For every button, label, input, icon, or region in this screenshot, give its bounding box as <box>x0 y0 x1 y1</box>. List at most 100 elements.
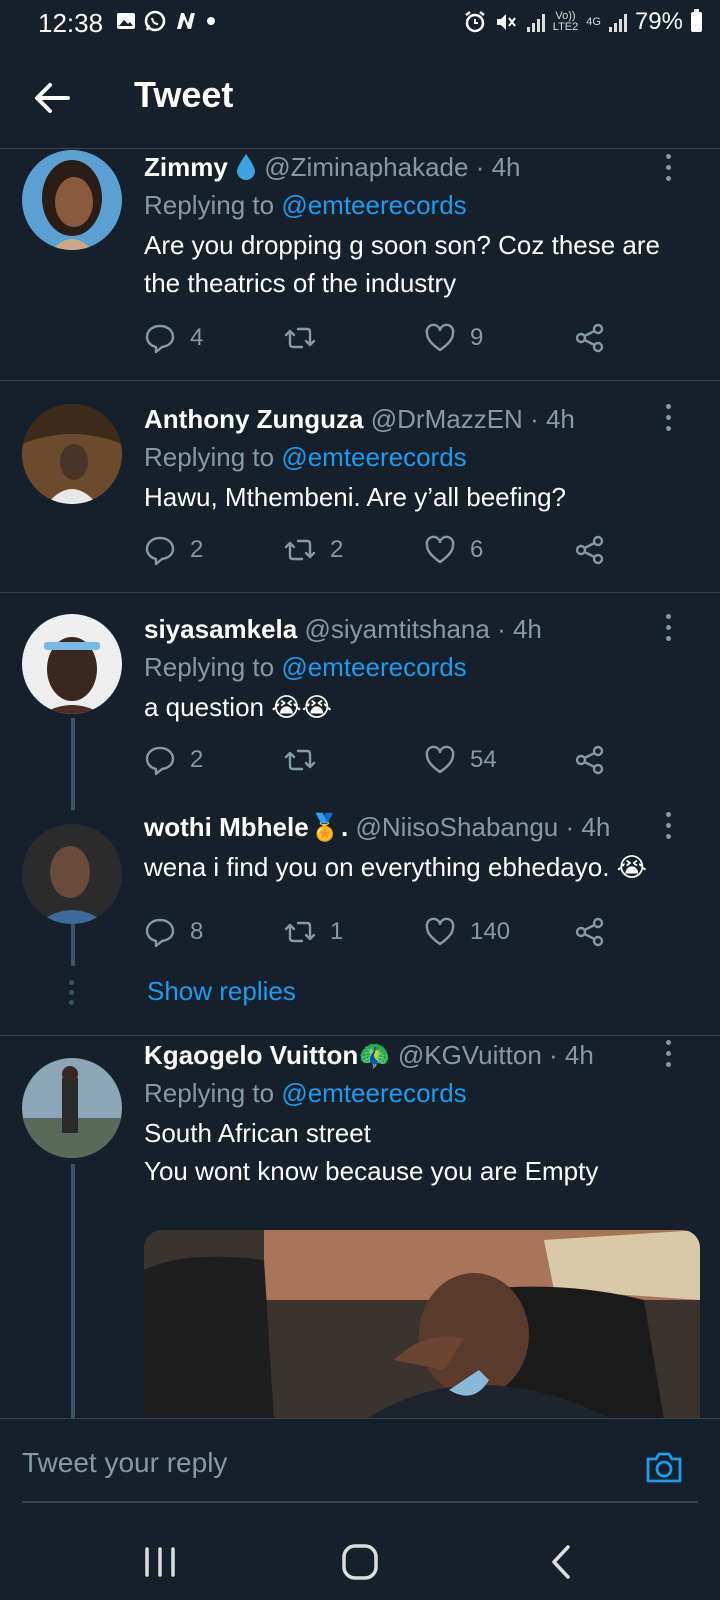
tweet-text-line-1: South African street <box>144 1118 371 1148</box>
tweet-header: Zimmy @Ziminaphakade · 4h <box>144 150 692 184</box>
retweet-button[interactable] <box>284 322 330 354</box>
display-name[interactable]: Kgaogelo Vuitton🦚 <box>144 1040 391 1070</box>
share-button[interactable] <box>574 744 606 776</box>
reply-icon <box>145 324 175 354</box>
retweet-icon <box>284 539 316 561</box>
like-count: 6 <box>470 536 484 563</box>
more-options-icon[interactable] <box>666 154 674 187</box>
reply-tweet[interactable]: Anthony Zunguza @DrMazzEN · 4h Replying … <box>0 382 720 593</box>
avatar[interactable] <box>22 614 122 714</box>
tweet-actions: 8 1 140 <box>144 916 614 956</box>
whatsapp-icon <box>144 10 166 32</box>
like-button[interactable]: 9 <box>424 322 483 354</box>
more-options-icon[interactable] <box>666 404 674 437</box>
tweet-time: · 4h <box>475 152 521 182</box>
mention-link[interactable]: @emteerecords <box>281 190 466 220</box>
retweet-icon <box>284 749 316 771</box>
back-arrow-icon[interactable] <box>30 76 74 120</box>
tweet-time: · 4h <box>549 1040 594 1070</box>
back-nav-icon[interactable] <box>540 1540 584 1584</box>
retweet-icon <box>284 327 316 349</box>
like-button[interactable]: 6 <box>424 534 483 566</box>
reply-tweet[interactable]: Zimmy @Ziminaphakade · 4h Replying to @e… <box>0 150 720 381</box>
reply-button[interactable]: 2 <box>144 534 203 566</box>
recent-apps-icon[interactable] <box>138 1540 182 1584</box>
camera-icon[interactable] <box>644 1447 684 1487</box>
reply-count: 2 <box>190 536 204 563</box>
share-button[interactable] <box>574 534 606 566</box>
mention-link[interactable]: @emteerecords <box>281 1078 466 1108</box>
retweet-count: 1 <box>330 918 344 945</box>
share-icon <box>575 535 604 565</box>
share-icon <box>575 323 604 353</box>
thread-connector <box>71 1164 75 1418</box>
signal-icon <box>526 12 545 32</box>
share-button[interactable] <box>574 916 606 948</box>
user-handle[interactable]: @NiisoShabangu <box>356 812 559 842</box>
retweet-button[interactable]: 2 <box>284 534 343 566</box>
retweet-button[interactable]: 1 <box>284 916 343 948</box>
reply-tweet[interactable]: wothi Mbhele🏅. @NiisoShabangu · 4h wena … <box>0 810 720 1036</box>
avatar[interactable] <box>22 824 122 924</box>
tweet-media-image[interactable] <box>144 1230 700 1420</box>
share-icon <box>575 745 604 775</box>
more-options-icon[interactable] <box>666 1040 674 1073</box>
more-options-icon[interactable] <box>666 614 674 647</box>
display-name[interactable]: Anthony Zunguza <box>144 404 364 434</box>
retweet-count: 2 <box>330 536 344 563</box>
avatar[interactable] <box>22 404 122 504</box>
alarm-icon <box>465 11 485 33</box>
reply-icon <box>145 918 175 948</box>
like-count: 140 <box>470 918 511 945</box>
like-count: 54 <box>470 746 497 773</box>
image-icon <box>117 13 135 29</box>
user-handle[interactable]: @siyamtitshana <box>304 614 489 644</box>
reply-input[interactable]: Tweet your reply <box>22 1447 227 1479</box>
reply-count: 2 <box>190 746 204 773</box>
tweet-header: Kgaogelo Vuitton🦚 @KGVuitton · 4h <box>144 1038 692 1072</box>
avatar[interactable] <box>22 150 122 250</box>
reply-tweet[interactable]: siyasamkela @siyamtitshana · 4h Replying… <box>0 594 720 794</box>
retweet-button[interactable] <box>284 744 330 776</box>
mention-link[interactable]: @emteerecords <box>281 652 466 682</box>
replying-to: Replying to @emteerecords <box>144 1078 467 1108</box>
reply-button[interactable]: 8 <box>144 916 203 948</box>
volte-badge: Vo)) LTE2 <box>552 10 579 33</box>
battery-icon <box>691 9 702 32</box>
n-app-icon <box>177 13 195 29</box>
reply-count: 4 <box>190 324 204 351</box>
display-name[interactable]: wothi Mbhele🏅. <box>144 812 348 842</box>
like-button[interactable]: 140 <box>424 916 510 948</box>
battery-level: 79% <box>634 8 683 35</box>
reply-button[interactable]: 2 <box>144 744 203 776</box>
show-replies-link[interactable]: Show replies <box>147 976 296 1007</box>
retweet-icon <box>284 921 316 943</box>
display-name[interactable]: siyasamkela <box>144 614 297 644</box>
system-nav-bar <box>0 1522 720 1600</box>
user-handle[interactable]: @Ziminaphakade <box>264 152 468 182</box>
droplet-icon <box>237 154 256 180</box>
more-options-icon[interactable] <box>666 812 674 845</box>
reply-composer: Tweet your reply <box>0 1418 720 1523</box>
tweet-header: Anthony Zunguza @DrMazzEN · 4h <box>144 402 692 436</box>
home-icon[interactable] <box>338 1540 382 1584</box>
user-handle[interactable]: @KGVuitton <box>398 1040 542 1070</box>
like-button[interactable]: 54 <box>424 744 497 776</box>
tweet-header: siyasamkela @siyamtitshana · 4h <box>144 612 692 646</box>
avatar[interactable] <box>22 1058 122 1158</box>
network-type: 4G <box>586 15 601 28</box>
display-name[interactable]: Zimmy <box>144 152 228 182</box>
status-time: 12:38 <box>38 8 104 38</box>
signal-icon-2 <box>608 12 627 32</box>
share-icon <box>575 917 604 947</box>
heart-icon <box>425 535 455 564</box>
share-button[interactable] <box>574 322 606 354</box>
reply-count: 8 <box>190 918 204 945</box>
tweet-header: wothi Mbhele🏅. @NiisoShabangu · 4h <box>144 810 692 844</box>
user-handle[interactable]: @DrMazzEN <box>371 404 523 434</box>
replying-to: Replying to @emteerecords <box>144 190 467 220</box>
tweet-text: Are you dropping g soon son? Coz these a… <box>144 230 661 298</box>
reply-button[interactable]: 4 <box>144 322 203 354</box>
mention-link[interactable]: @emteerecords <box>281 442 466 472</box>
tweet-text: Hawu, Mthembeni. Are y’all beefing? <box>144 482 567 512</box>
